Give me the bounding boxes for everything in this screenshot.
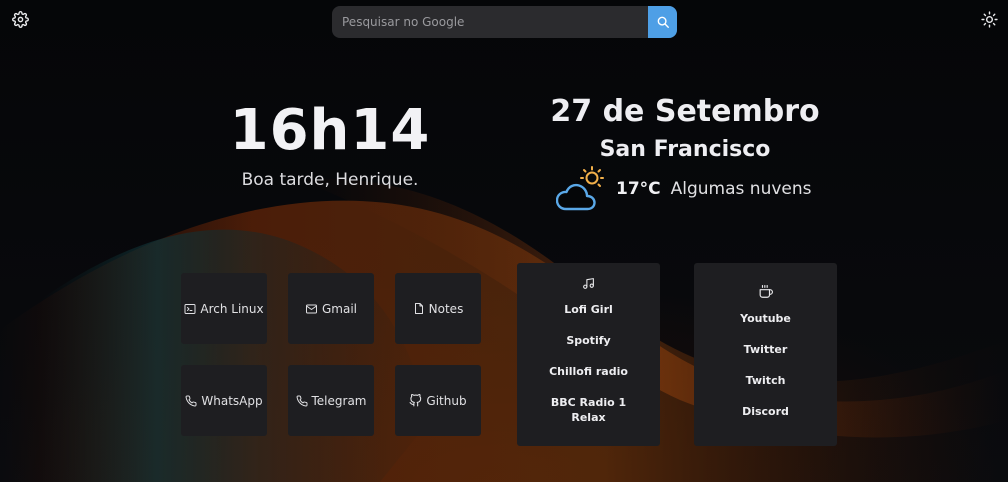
weather-description: Algumas nuvens (670, 179, 812, 199)
terminal-icon (184, 303, 196, 315)
shortcut-label: Arch Linux (200, 301, 264, 316)
clock-widget: 16h14 Boa tarde, Henrique. (200, 96, 460, 190)
social-link-discord[interactable]: Discord (694, 404, 837, 419)
search-icon (656, 15, 670, 29)
phone-icon (185, 394, 197, 407)
music-links-panel: Lofi Girl Spotify Chillofi radio BBC Rad… (517, 263, 660, 446)
shortcut-notes[interactable]: Notes (395, 273, 481, 344)
date-widget: 27 de Setembro San Francisco (540, 92, 830, 166)
shortcut-github[interactable]: Github (395, 365, 481, 436)
search-input[interactable] (332, 6, 648, 38)
search-button[interactable] (648, 6, 677, 38)
social-link-twitch[interactable]: Twitch (694, 373, 837, 388)
theme-toggle-sun-icon[interactable] (980, 10, 998, 28)
coffee-cup-icon (694, 285, 837, 299)
shortcut-label: Gmail (321, 301, 357, 316)
search-bar (332, 6, 677, 38)
weather-temperature: 17°C (616, 179, 661, 199)
weather-widget: 17°C Algumas nuvens (556, 164, 812, 214)
music-link-lofi-girl[interactable]: Lofi Girl (517, 302, 660, 317)
music-note-icon (517, 277, 660, 290)
shortcut-label: Github (426, 393, 467, 408)
clock-time: 16h14 (229, 98, 431, 163)
date-label: 27 de Setembro (550, 94, 820, 129)
shortcut-label: Telegram (311, 393, 367, 408)
github-icon (409, 394, 422, 407)
shortcut-gmail[interactable]: Gmail (288, 273, 374, 344)
music-link-spotify[interactable]: Spotify (517, 333, 660, 348)
shortcut-telegram[interactable]: Telegram (288, 365, 374, 436)
shortcut-arch-linux[interactable]: Arch Linux (181, 273, 267, 344)
social-link-youtube[interactable]: Youtube (694, 311, 837, 326)
shortcut-label: Notes (428, 301, 464, 316)
shortcut-whatsapp[interactable]: WhatsApp (181, 365, 267, 436)
partly-cloudy-icon (556, 165, 604, 213)
file-icon (413, 302, 425, 315)
city-label: San Francisco (599, 137, 771, 162)
phone-icon (296, 394, 308, 407)
social-link-twitter[interactable]: Twitter (694, 342, 837, 357)
settings-gear-icon[interactable] (11, 10, 29, 28)
mail-icon (305, 303, 318, 315)
music-link-chillofi-radio[interactable]: Chillofi radio (517, 364, 660, 379)
music-link-bbc-radio-1-relax[interactable]: BBC Radio 1 Relax (517, 395, 660, 425)
social-links-panel: Youtube Twitter Twitch Discord (694, 263, 837, 446)
greeting-text: Boa tarde, Henrique. (241, 170, 419, 190)
wallpaper (0, 0, 1008, 482)
shortcut-label: WhatsApp (201, 393, 263, 408)
